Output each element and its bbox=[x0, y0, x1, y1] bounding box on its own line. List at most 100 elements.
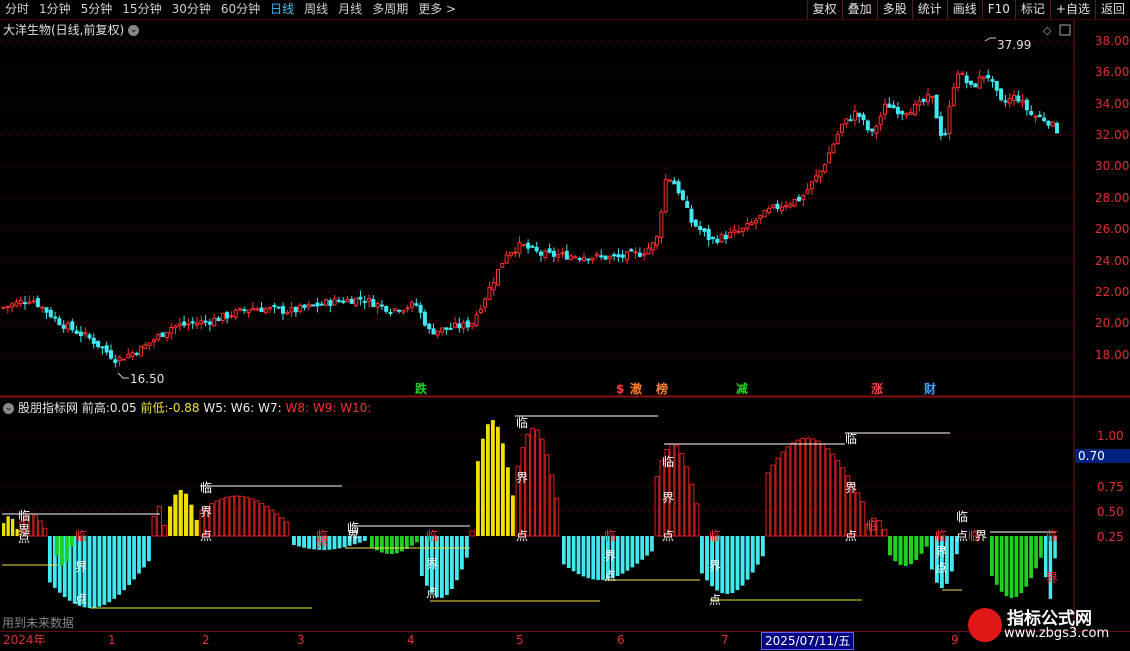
candle-body bbox=[711, 236, 715, 240]
indicator-bar bbox=[914, 536, 919, 560]
candle-body bbox=[1046, 120, 1051, 126]
indicator-glyph: 界 bbox=[516, 471, 528, 485]
indicator-bar bbox=[566, 536, 571, 569]
indicator-bar bbox=[596, 536, 600, 580]
chevron-down-icon[interactable]: ⌄ bbox=[3, 403, 14, 414]
candle-body bbox=[659, 211, 664, 238]
candle-body bbox=[573, 256, 578, 259]
indicator-bar bbox=[1034, 536, 1038, 569]
indicator-bar bbox=[735, 536, 740, 591]
candle-body bbox=[410, 302, 414, 308]
candle-body bbox=[156, 334, 161, 340]
chart-canvas[interactable]: 临界点临界点临界点临界点临界点临点临界点临界 临界点临界点临界点临界点临临界临界临… bbox=[0, 0, 1130, 650]
diamond-icon[interactable]: ◇ bbox=[1043, 24, 1052, 37]
indicator-glyph: 界 bbox=[347, 529, 359, 543]
candle-body bbox=[190, 321, 195, 324]
indicator-bars bbox=[2, 420, 1057, 608]
candle-body bbox=[582, 256, 586, 262]
candle-body bbox=[78, 331, 83, 337]
candle-body bbox=[285, 311, 290, 315]
candle-body bbox=[164, 332, 169, 339]
candle-body bbox=[431, 328, 436, 335]
window-toggle-icon[interactable] bbox=[1059, 24, 1071, 36]
candle-body bbox=[470, 322, 475, 327]
candle-body bbox=[960, 73, 965, 76]
candle-body bbox=[500, 262, 505, 268]
indicator-bar bbox=[615, 536, 620, 577]
candle-body bbox=[620, 254, 625, 258]
indicator-bar bbox=[898, 536, 903, 565]
candle-body bbox=[969, 80, 973, 85]
indicator-glyph: 点 bbox=[956, 529, 968, 543]
candle-body bbox=[715, 238, 720, 243]
indicator-bar bbox=[87, 536, 92, 608]
indicator-bar bbox=[520, 447, 526, 537]
indicator-glyph: 界 bbox=[975, 529, 987, 543]
indicator-bar bbox=[307, 536, 312, 549]
indicator-glyph: 临 bbox=[516, 416, 528, 430]
indicator-bar bbox=[795, 439, 801, 537]
indicator-bar bbox=[486, 424, 490, 536]
indicator-glyph: 临 bbox=[604, 529, 616, 543]
indicator-glyph: 临 bbox=[200, 481, 212, 495]
indicator-bar bbox=[630, 536, 635, 568]
price-label: 34.00 bbox=[1095, 97, 1129, 111]
indicator-bar bbox=[168, 506, 173, 536]
candle-body bbox=[637, 252, 642, 257]
indicator-bar bbox=[415, 536, 419, 543]
indicator-glyph: 临 bbox=[75, 529, 87, 543]
candle-body bbox=[891, 104, 896, 109]
indicator-glyph: 界 bbox=[426, 557, 438, 571]
candle-body bbox=[53, 316, 58, 319]
candle-body bbox=[801, 195, 806, 201]
indicator-bar bbox=[137, 536, 141, 574]
candle-body bbox=[18, 300, 23, 305]
candle-body bbox=[139, 346, 144, 357]
candle-body bbox=[143, 344, 148, 350]
candle-body bbox=[990, 79, 995, 82]
candle-body bbox=[259, 307, 264, 313]
indicator-bar bbox=[530, 427, 535, 537]
event-markers: 跌 $ 澈 榜 减 涨 财 bbox=[415, 381, 936, 396]
candle-body bbox=[5, 305, 10, 308]
candle-body bbox=[160, 332, 165, 338]
indicator-bar bbox=[249, 498, 255, 537]
candle-body bbox=[848, 119, 853, 122]
indicator-bar bbox=[620, 536, 625, 574]
indicator-name[interactable]: 股朋指标网 bbox=[18, 401, 78, 415]
candle-body bbox=[655, 236, 660, 246]
candle-body bbox=[564, 250, 569, 260]
indicator-bar bbox=[770, 464, 776, 537]
indicator-bar bbox=[919, 536, 924, 554]
selected-date: 2025/07/11/五 bbox=[761, 632, 855, 650]
candle-body bbox=[741, 227, 746, 232]
indicator-bar bbox=[893, 536, 898, 562]
candle-body bbox=[40, 306, 45, 309]
indicator-bar bbox=[302, 536, 306, 548]
indicator-bar bbox=[700, 536, 704, 574]
candle-body bbox=[121, 358, 126, 361]
candle-body bbox=[633, 251, 638, 254]
indicator-bar bbox=[440, 536, 444, 598]
candle-body bbox=[526, 242, 531, 249]
watermark: 指标公式网 www.zbgs3.com bbox=[962, 600, 1128, 648]
indicator-axis-label: 0.25 bbox=[1097, 530, 1124, 544]
indicator-bar bbox=[562, 536, 566, 565]
indicator-bar bbox=[229, 495, 235, 537]
high-pointer bbox=[984, 37, 996, 42]
indicator-bar bbox=[102, 536, 107, 605]
indicator-bar bbox=[380, 536, 384, 553]
candle-body bbox=[113, 359, 118, 363]
low-label: 16.50 bbox=[130, 372, 164, 386]
candle-body bbox=[173, 325, 178, 329]
candle-body bbox=[117, 356, 122, 362]
candle-body bbox=[732, 229, 737, 233]
indicator-bar bbox=[840, 467, 846, 537]
candle-body bbox=[543, 250, 548, 259]
candle-body bbox=[771, 204, 776, 208]
indicator-bar bbox=[945, 536, 949, 584]
indicator-glyph: 点 bbox=[709, 593, 721, 607]
candle-body bbox=[104, 345, 109, 353]
candle-body bbox=[457, 323, 462, 329]
candle-body bbox=[358, 296, 363, 300]
